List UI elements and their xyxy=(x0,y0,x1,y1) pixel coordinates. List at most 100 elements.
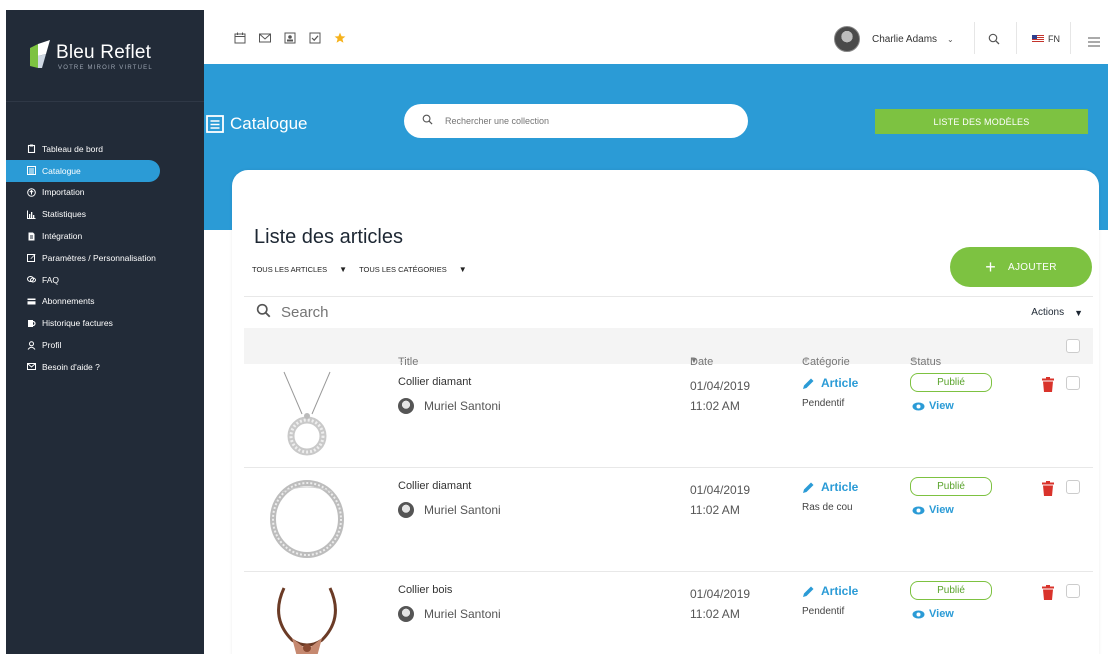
edit-article-link[interactable]: Article xyxy=(802,584,858,598)
pencil-icon xyxy=(803,378,814,389)
sidebar-item-profil[interactable]: Profil xyxy=(6,334,204,356)
list-icon xyxy=(27,166,36,176)
sidebar-item-label: Paramètres / Personnalisation xyxy=(42,252,156,263)
table-search-input[interactable] xyxy=(281,304,581,321)
view-link[interactable]: View xyxy=(912,400,992,412)
upload-circle-icon xyxy=(27,188,36,197)
models-list-button[interactable]: LISTE DES MODÈLES xyxy=(875,109,1088,134)
contact-card-icon[interactable] xyxy=(284,32,296,44)
sidebar-item-tableau-de-bord[interactable]: Tableau de bord xyxy=(6,138,204,160)
row-checkbox[interactable] xyxy=(1066,376,1080,390)
status-badge: Publié xyxy=(910,373,992,392)
filter-categories-label: TOUS LES CATÉGORIES xyxy=(359,265,447,274)
sidebar-item-label: FAQ xyxy=(42,274,60,285)
view-link[interactable]: View xyxy=(912,504,992,516)
sidebar-item-besoin-aide[interactable]: Besoin d'aide ? xyxy=(6,356,204,378)
article-title[interactable]: Collier diamant xyxy=(398,376,471,388)
page-title: Catalogue xyxy=(206,114,308,134)
sidebar-item-label: Importation xyxy=(42,187,85,198)
actions-dropdown[interactable]: Actions ▼ xyxy=(1031,307,1083,318)
caret-down-icon: ▼ xyxy=(1074,307,1083,318)
list-icon xyxy=(206,115,224,133)
article-title[interactable]: Collier bois xyxy=(398,584,452,596)
sidebar-item-historique-factures[interactable]: Historique factures xyxy=(6,312,204,334)
brand-tagline: VOTRE MIROIR VIRTUEL xyxy=(58,65,153,71)
sidebar-item-label: Profil xyxy=(42,340,62,351)
language-selector[interactable]: FN xyxy=(1032,34,1060,44)
article-category: Article Ras de cou xyxy=(802,480,858,513)
search-icon[interactable] xyxy=(988,32,1000,50)
view-label: View xyxy=(929,504,954,516)
trash-icon[interactable] xyxy=(1042,377,1054,392)
article-status: Publié View xyxy=(910,581,992,620)
divider xyxy=(974,22,975,54)
sidebar-item-abonnements[interactable]: Abonnements xyxy=(6,291,204,313)
table-header: Title ⌄ Date ▼ Catégorie ▼ Status ▼ xyxy=(244,328,1093,368)
star-icon[interactable] xyxy=(334,32,346,44)
select-all-checkbox[interactable] xyxy=(1066,339,1080,353)
collection-search[interactable] xyxy=(404,104,748,138)
mail-icon xyxy=(27,362,36,371)
time-value: 11:02 AM xyxy=(690,399,740,413)
menu-icon[interactable] xyxy=(1088,34,1100,52)
sidebar-item-integration[interactable]: Intégration xyxy=(6,225,204,247)
sidebar-item-statistiques[interactable]: Statistiques xyxy=(6,203,204,225)
article-title[interactable]: Collier diamant xyxy=(398,480,471,492)
eye-icon xyxy=(912,610,925,618)
user-menu[interactable]: Charlie Adams ⌄ xyxy=(834,26,954,52)
collection-search-input[interactable] xyxy=(445,116,725,126)
pencil-icon xyxy=(803,586,814,597)
sidebar-item-label: Statistiques xyxy=(42,209,86,220)
logo[interactable]: Bleu Reflet VOTRE MIROIR VIRTUEL xyxy=(6,10,204,102)
avatar xyxy=(398,502,414,518)
search-icon xyxy=(422,112,433,130)
date-value: 01/04/2019 xyxy=(690,587,751,601)
sidebar-item-importation[interactable]: Importation xyxy=(6,182,204,204)
article-date: 01/04/2019 11:02 AM xyxy=(690,584,750,624)
filter-categories-dropdown[interactable]: TOUS LES CATÉGORIES ▼ xyxy=(359,265,467,274)
row-checkbox[interactable] xyxy=(1066,584,1080,598)
category-label: Article xyxy=(821,480,859,494)
view-label: View xyxy=(929,608,954,620)
card-icon xyxy=(27,297,36,306)
article-date: 01/04/2019 11:02 AM xyxy=(690,376,750,416)
edit-article-link[interactable]: Article xyxy=(802,376,858,390)
chat-icon xyxy=(27,275,36,284)
clipboard-icon xyxy=(27,144,36,154)
calendar-icon[interactable] xyxy=(234,32,246,44)
sidebar-item-faq[interactable]: FAQ xyxy=(6,269,204,291)
envelope-icon[interactable] xyxy=(259,32,271,44)
article-status: Publié View xyxy=(910,373,992,412)
table-row: Collier bois Muriel Santoni 01/04/2019 1… xyxy=(244,572,1093,654)
author-name: Muriel Santoni xyxy=(424,607,501,621)
sidebar-item-label: Historique factures xyxy=(42,318,113,329)
author-name: Muriel Santoni xyxy=(424,399,501,413)
bar-chart-icon xyxy=(27,210,36,219)
caret-down-icon: ▼ xyxy=(339,265,348,274)
sidebar-item-label: Besoin d'aide ? xyxy=(42,361,100,372)
table-row: Collier diamant Muriel Santoni 01/04/201… xyxy=(244,364,1093,468)
author-name: Muriel Santoni xyxy=(424,503,501,517)
user-icon xyxy=(27,340,36,350)
article-status: Publié View xyxy=(910,477,992,516)
sidebar-item-parametres[interactable]: Paramètres / Personnalisation xyxy=(6,247,204,269)
trash-icon[interactable] xyxy=(1042,585,1054,600)
eye-icon xyxy=(912,402,925,410)
trash-icon[interactable] xyxy=(1042,481,1054,496)
sidebar-item-catalogue[interactable]: Catalogue xyxy=(6,159,160,182)
date-value: 01/04/2019 xyxy=(690,483,751,497)
row-checkbox[interactable] xyxy=(1066,480,1080,494)
article-author: Muriel Santoni xyxy=(398,398,501,414)
checkbox-icon[interactable] xyxy=(309,32,321,44)
filter-articles-dropdown[interactable]: TOUS LES ARTICLES ▼ xyxy=(252,265,347,274)
top-bar: Charlie Adams ⌄ FN xyxy=(204,10,1108,64)
filters: TOUS LES ARTICLES ▼ TOUS LES CATÉGORIES … xyxy=(252,265,467,274)
view-link[interactable]: View xyxy=(912,608,992,620)
edit-icon xyxy=(27,253,36,263)
add-button[interactable]: + AJOUTER xyxy=(950,247,1092,287)
edit-article-link[interactable]: Article xyxy=(802,480,858,494)
product-image xyxy=(270,480,344,558)
time-value: 11:02 AM xyxy=(690,503,740,517)
article-author: Muriel Santoni xyxy=(398,502,501,518)
avatar xyxy=(398,606,414,622)
